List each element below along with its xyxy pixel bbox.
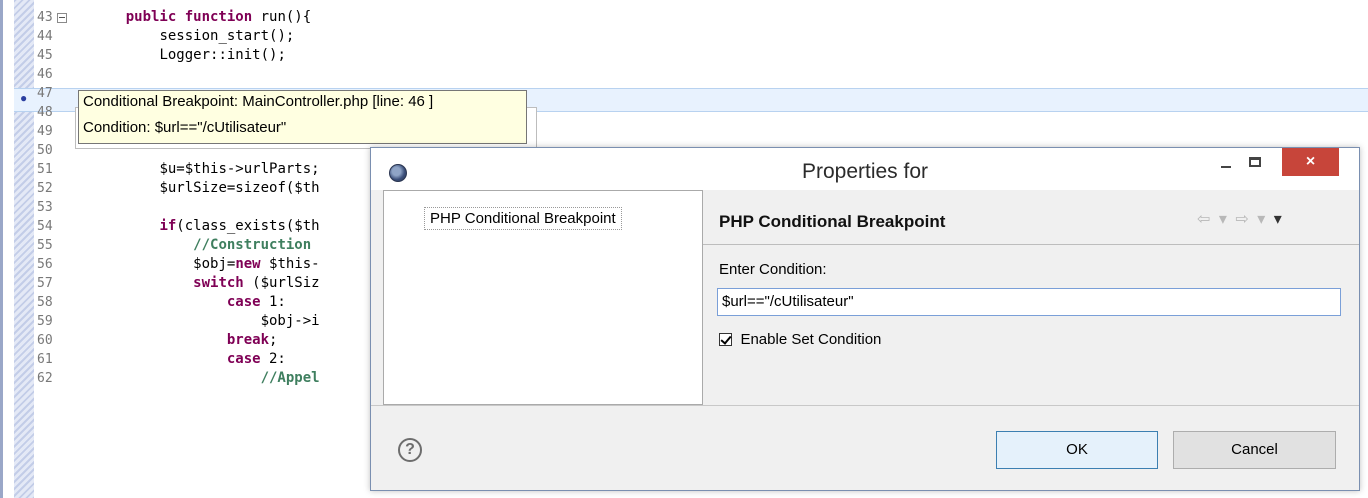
condition-input[interactable]: $url=="/cUtilisateur" [717, 288, 1341, 316]
line-number: 45 [37, 48, 53, 63]
line-number: 55 [37, 238, 53, 253]
code-token: 1: [260, 294, 286, 310]
line-number: 62 [37, 371, 53, 386]
line-number: 48 [37, 105, 53, 120]
code-comment: //Construction [193, 237, 312, 253]
dialog-titlebar[interactable]: Properties for × [371, 148, 1359, 190]
line-number: 50 [37, 143, 53, 158]
code-keyword: switch [193, 275, 244, 291]
line-number: 44 [37, 29, 53, 44]
forward-dropdown-icon[interactable]: ▾ [1257, 211, 1267, 228]
view-menu-icon[interactable]: ▾ [1274, 211, 1284, 228]
properties-navigation-tree[interactable]: PHP Conditional Breakpoint [383, 190, 703, 405]
code-token: run(){ [252, 9, 312, 25]
maximize-button[interactable] [1241, 148, 1271, 176]
code-keyword: if [159, 218, 177, 234]
help-icon[interactable]: ? [398, 438, 422, 462]
code-keyword: new [235, 256, 261, 272]
code-token: $urlSize=sizeof($th [159, 180, 320, 196]
enable-condition-row[interactable]: Enable Set Condition [719, 331, 881, 349]
overview-ruler [14, 0, 34, 498]
code-keyword: public function [125, 9, 253, 25]
footer-separator [371, 405, 1359, 406]
code-line[interactable]: public function run(){ [92, 8, 311, 27]
minimize-button[interactable] [1211, 148, 1241, 176]
breakpoint-tooltip: Conditional Breakpoint: MainController.p… [78, 90, 527, 144]
code-token: 2: [260, 351, 286, 367]
cancel-button[interactable]: Cancel [1173, 431, 1336, 469]
back-dropdown-icon[interactable]: ▾ [1219, 211, 1229, 228]
ok-button[interactable]: OK [996, 431, 1158, 469]
code-keyword: case [226, 351, 261, 367]
tooltip-condition-line: Condition: $url=="/cUtilisateur" [83, 119, 287, 136]
tooltip-breakpoint-line: Conditional Breakpoint: MainController.p… [83, 93, 434, 110]
line-number: 58 [37, 295, 53, 310]
line-number: 43 [37, 10, 53, 25]
editor-left-edge [0, 0, 3, 498]
minimize-icon [1221, 166, 1231, 168]
code-token: $u=$this->urlParts; [159, 161, 320, 177]
line-number: 57 [37, 276, 53, 291]
code-token: ; [269, 332, 278, 348]
line-number: 53 [37, 200, 53, 215]
properties-dialog: Properties for × PHP Conditional Breakpo… [370, 147, 1360, 491]
code-token: $obj->i [260, 313, 320, 329]
code-token: $this- [260, 256, 320, 272]
line-number: 49 [37, 124, 53, 139]
conditional-breakpoint-icon[interactable]: ● [20, 91, 27, 105]
code-keyword: break [226, 332, 270, 348]
page-header: PHP Conditional Breakpoint ⇦ ▾ ⇨ ▾ ▾ [703, 190, 1359, 245]
code-line[interactable]: break; [92, 331, 278, 350]
code-line[interactable]: $obj->i [92, 312, 320, 331]
condition-label: Enter Condition: [719, 261, 827, 278]
code-token: $obj= [193, 256, 236, 272]
code-token: session_start(); [159, 28, 295, 44]
code-comment: //Appel [260, 370, 320, 386]
enable-condition-checkbox[interactable] [719, 333, 732, 347]
line-number: 59 [37, 314, 53, 329]
code-token: (class_exists($th [176, 218, 320, 234]
forward-arrow-icon[interactable]: ⇨ [1235, 211, 1250, 228]
line-number: 61 [37, 352, 53, 367]
code-line[interactable]: $obj=new $this- [92, 255, 320, 274]
code-line[interactable]: $u=$this->urlParts; [92, 160, 320, 179]
code-line[interactable]: session_start(); [92, 27, 294, 46]
code-token: ($urlSiz [243, 275, 320, 291]
line-number: 52 [37, 181, 53, 196]
code-keyword: case [226, 294, 261, 310]
code-token: Logger::init(); [159, 47, 286, 63]
code-line[interactable]: Logger::init(); [92, 46, 286, 65]
tree-item-php-conditional-breakpoint[interactable]: PHP Conditional Breakpoint [424, 207, 622, 230]
history-navigation: ⇦ ▾ ⇨ ▾ ▾ [1197, 209, 1284, 229]
line-number: 46 [37, 67, 53, 82]
close-button[interactable]: × [1282, 148, 1339, 176]
line-number: 56 [37, 257, 53, 272]
code-line[interactable]: //Construction [92, 236, 311, 255]
line-number: 60 [37, 333, 53, 348]
line-number: 51 [37, 162, 53, 177]
code-line[interactable]: if(class_exists($th [92, 217, 320, 236]
maximize-icon [1249, 157, 1261, 167]
line-number: 54 [37, 219, 53, 234]
code-line[interactable]: switch ($urlSiz [92, 274, 320, 293]
code-line[interactable]: $urlSize=sizeof($th [92, 179, 320, 198]
code-line[interactable]: case 2: [92, 350, 286, 369]
back-arrow-icon[interactable]: ⇦ [1197, 211, 1212, 228]
page-body: Enter Condition: $url=="/cUtilisateur" E… [703, 245, 1359, 405]
page-title: PHP Conditional Breakpoint [719, 212, 946, 231]
line-number: 47 [37, 86, 53, 101]
code-line[interactable]: case 1: [92, 293, 286, 312]
code-line[interactable]: //Appel [92, 369, 320, 388]
enable-condition-label[interactable]: Enable Set Condition [740, 331, 881, 348]
